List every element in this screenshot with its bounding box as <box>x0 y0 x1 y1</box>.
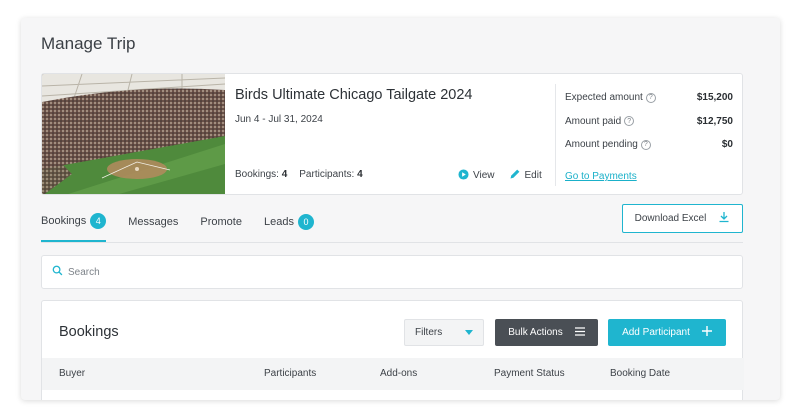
column-header-add-ons[interactable]: Add-ons <box>380 368 417 379</box>
bulk-actions-label: Bulk Actions <box>508 327 563 338</box>
download-icon <box>718 211 730 226</box>
bookings-stat: Bookings: 4 <box>235 169 287 180</box>
filters-label: Filters <box>415 327 443 338</box>
trip-name: Birds Ultimate Chicago Tailgate 2024 <box>235 87 473 103</box>
amount-pending-row: Amount pending? $0 <box>565 133 733 157</box>
bookings-stat-label: Bookings: <box>235 169 279 180</box>
tab-promote-label: Promote <box>200 216 242 228</box>
plus-icon <box>701 326 712 339</box>
tab-bookings[interactable]: Bookings 4 <box>41 204 107 242</box>
amounts-panel: Expected amount? $15,200 Amount paid? $1… <box>565 86 733 157</box>
search-icon <box>52 263 63 281</box>
trip-actions: View Edit <box>458 168 542 183</box>
participants-stat: Participants: 4 <box>299 169 362 180</box>
manage-trip-card: Manage Trip Birds Ultimate Chicago Tailg… <box>21 18 780 400</box>
bookings-title: Bookings <box>59 324 119 340</box>
trip-summary: Birds Ultimate Chicago Tailgate 2024 Jun… <box>41 73 743 195</box>
amount-pending-label: Amount pending <box>565 139 638 151</box>
amount-paid-value: $12,750 <box>696 115 733 127</box>
tab-leads-badge: 0 <box>297 214 314 230</box>
help-icon[interactable]: ? <box>624 116 635 127</box>
tab-bookings-label: Bookings <box>41 215 87 227</box>
amount-pending-value: $0 <box>721 139 733 151</box>
tab-leads[interactable]: Leads 0 <box>264 204 314 242</box>
search-input[interactable] <box>68 266 708 278</box>
menu-icon <box>574 326 585 339</box>
vertical-divider <box>555 84 556 186</box>
download-excel-button[interactable]: Download Excel <box>622 204 743 233</box>
edit-label: Edit <box>524 170 542 181</box>
participants-stat-label: Participants: <box>299 169 355 180</box>
pencil-icon <box>509 168 521 183</box>
participants-stat-count: 4 <box>357 169 363 180</box>
page-title: Manage Trip <box>41 34 136 53</box>
column-header-payment-status[interactable]: Payment Status <box>494 368 565 379</box>
chevron-down-icon <box>465 330 473 335</box>
column-header-participants[interactable]: Participants <box>264 368 316 379</box>
trip-tabs: Bookings 4 Messages Promote Leads 0 <box>41 204 336 242</box>
add-participant-button[interactable]: Add Participant <box>608 319 726 346</box>
help-icon[interactable]: ? <box>640 139 651 150</box>
bookings-table-header: Buyer Participants Add-ons Payment Statu… <box>42 358 744 390</box>
download-excel-label: Download Excel <box>634 213 707 224</box>
amount-paid-row: Amount paid? $12,750 <box>565 110 733 134</box>
bookings-stat-count: 4 <box>281 169 288 180</box>
tabs-divider <box>41 242 743 243</box>
bookings-panel: Bookings Filters Bulk Actions Add Partic… <box>41 300 744 400</box>
tab-leads-label: Leads <box>263 216 294 228</box>
go-to-payments-link[interactable]: Go to Payments <box>565 171 637 182</box>
filters-dropdown[interactable]: Filters <box>404 319 484 346</box>
tab-messages-label: Messages <box>128 216 179 228</box>
trip-image <box>42 74 225 194</box>
bulk-actions-button[interactable]: Bulk Actions <box>495 319 598 346</box>
trip-dates: Jun 4 - Jul 31, 2024 <box>235 114 323 125</box>
view-trip-button[interactable]: View <box>458 168 495 183</box>
help-icon[interactable]: ? <box>645 92 656 103</box>
column-header-booking-date[interactable]: Booking Date <box>610 368 670 379</box>
search-bar <box>41 255 743 289</box>
column-header-buyer[interactable]: Buyer <box>59 368 85 379</box>
edit-trip-button[interactable]: Edit <box>509 168 542 183</box>
view-label: View <box>473 170 495 181</box>
trip-stats: Bookings: 4 Participants: 4 <box>235 169 363 180</box>
view-icon <box>458 168 469 183</box>
tab-bookings-badge: 4 <box>90 213 107 229</box>
add-participant-label: Add Participant <box>622 327 690 338</box>
expected-amount-label: Expected amount <box>565 92 643 104</box>
expected-amount-value: $15,200 <box>696 92 733 104</box>
expected-amount-row: Expected amount? $15,200 <box>565 86 733 110</box>
tab-promote[interactable]: Promote <box>200 204 242 242</box>
tab-messages[interactable]: Messages <box>128 204 178 242</box>
amount-paid-label: Amount paid <box>565 115 622 127</box>
